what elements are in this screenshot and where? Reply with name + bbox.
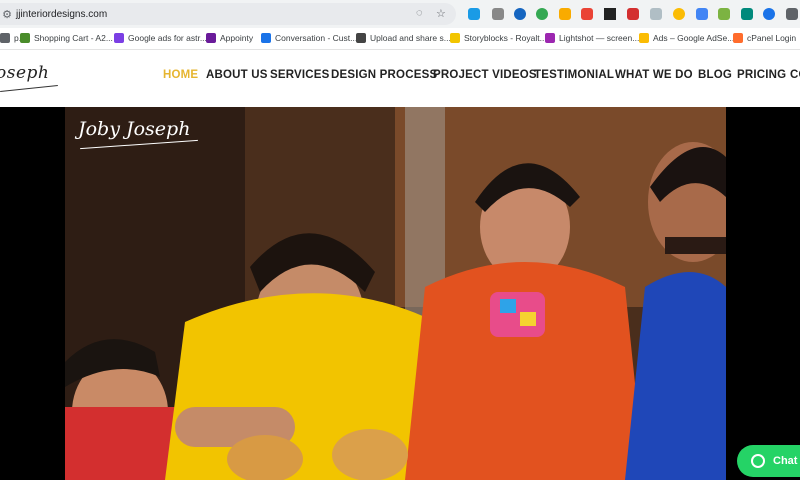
extension-icon[interactable] [650,8,662,20]
nav-pricing[interactable]: PRICING [737,69,786,81]
extension-icon[interactable] [696,8,708,20]
bookmark-item[interactable]: Appointy [206,33,253,43]
puzzle-icon[interactable] [786,8,798,20]
star-icon[interactable]: ☆ [436,7,446,20]
bookmark-item[interactable]: Shopping Cart - A2... [20,33,113,43]
nav-blog[interactable]: BLOG [698,69,732,81]
chat-label: Chat [773,455,798,467]
bookmark-item[interactable]: cPanel Login [733,33,796,43]
site-info-icon[interactable]: ⚙ [0,8,14,21]
bookmark-item[interactable]: Lightshot — screen... [545,33,639,43]
url-text[interactable]: jjinteriordesigns.com [16,9,107,20]
browser-toolbar: ⚙ jjinteriordesigns.com ◌ ☆ [0,0,800,28]
extension-icon[interactable] [604,8,616,20]
bookmark-item[interactable]: Storyblocks - Royalt... [450,33,547,43]
eye-off-icon[interactable]: ◌ [416,7,423,19]
extension-icon[interactable] [627,8,639,20]
extension-icon[interactable] [718,8,730,20]
site-logo[interactable]: oseph [0,63,49,83]
bookmark-favicon [545,33,555,43]
family-photo-illustration [65,107,726,480]
bookmark-item[interactable]: Upload and share s... [356,33,451,43]
bookmark-favicon [450,33,460,43]
bookmark-favicon [733,33,743,43]
nav-design-process[interactable]: DESIGN PROCESS [331,69,437,81]
extension-icon[interactable] [763,8,775,20]
extension-icon[interactable] [559,8,571,20]
extension-icon[interactable] [673,8,685,20]
hero-video[interactable] [0,107,800,480]
nav-project-videos[interactable]: PROJECT VIDEOS [433,69,537,81]
nav-about-us[interactable]: ABOUT US [206,69,268,81]
nav-what-we-do[interactable]: WHAT WE DO [615,69,693,81]
bookmark-item[interactable]: Conversation - Cust... [261,33,357,43]
bookmarks-bar: p... Shopping Cart - A2... Google ads fo… [0,28,800,50]
extension-icon[interactable] [514,8,526,20]
signature-logo: Joby Joseph [78,118,191,140]
extension-icon[interactable] [741,8,753,20]
nav-contact[interactable]: CO [790,69,800,81]
extension-icon[interactable] [581,8,593,20]
bookmark-item[interactable]: Ads – Google AdSe... [639,33,734,43]
extension-icon[interactable] [468,8,480,20]
camera-icon[interactable] [492,8,504,20]
extension-icon[interactable] [536,8,548,20]
bookmark-favicon [206,33,216,43]
bookmark-favicon [20,33,30,43]
nav-home[interactable]: HOME [163,69,198,81]
bookmark-favicon [0,33,10,43]
whatsapp-icon [751,454,765,468]
whatsapp-chat-button[interactable]: Chat [737,445,800,477]
bookmark-favicon [356,33,366,43]
family-photo [65,107,726,480]
address-bar[interactable]: ⚙ jjinteriordesigns.com ◌ ☆ [0,3,456,25]
bookmark-favicon [114,33,124,43]
nav-testimonial[interactable]: TESTIMONIAL [534,69,614,81]
bookmark-favicon [261,33,271,43]
nav-services[interactable]: SERVICES [270,69,330,81]
bookmark-favicon [639,33,649,43]
bookmark-item[interactable]: Google ads for astr... [114,33,207,43]
